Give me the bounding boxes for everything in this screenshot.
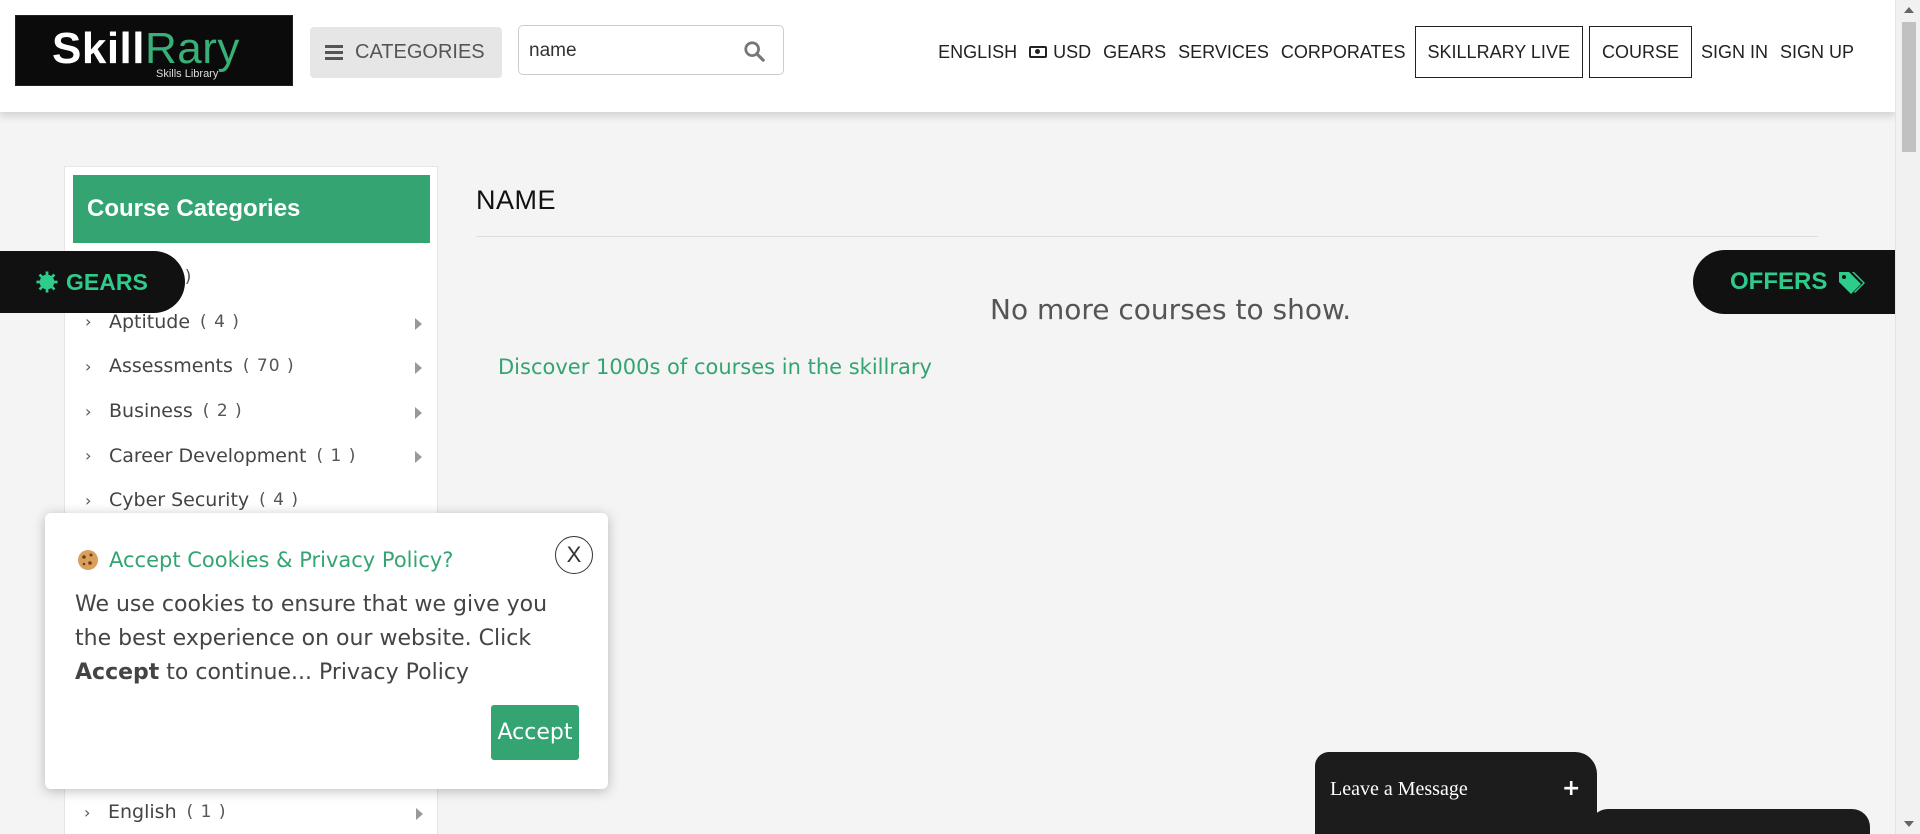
expand-arrow-icon[interactable] [415, 406, 422, 419]
cookie-text-start: We use cookies to ensure that we give yo… [75, 592, 548, 651]
nav-sign-up[interactable]: SIGN UP [1774, 42, 1860, 63]
nav-gears[interactable]: GEARS [1097, 42, 1172, 63]
logo-text-accent: Rary [145, 24, 240, 73]
logo-tagline: Skills Library [156, 68, 219, 80]
scroll-thumb[interactable] [1902, 22, 1916, 152]
top-nav: ENGLISH USD GEARS SERVICES CORPORATES SK… [932, 26, 1860, 78]
category-row[interactable]: › Career Development ( 1 ) [65, 433, 437, 478]
search-input[interactable] [529, 38, 729, 64]
chevron-right-icon: › [85, 356, 92, 376]
nav-currency[interactable]: USD [1023, 42, 1097, 63]
category-count: ( 4 ) [200, 311, 240, 332]
leave-message-label[interactable]: Leave a Message [1330, 778, 1468, 801]
accept-button[interactable]: Accept [491, 705, 579, 760]
site-header: SkillRary Skills Library CATEGORIES ENGL… [0, 0, 1895, 112]
category-count: ( 70 ) [242, 356, 295, 377]
chevron-right-icon: › [85, 490, 92, 510]
hamburger-icon [325, 42, 343, 63]
offers-label: OFFERS [1730, 268, 1828, 295]
category-row-english[interactable]: › English ( 1 ) [64, 790, 438, 834]
category-row[interactable]: › Assessments ( 70 ) [65, 344, 437, 389]
offers-floating-button[interactable]: OFFERS [1693, 250, 1895, 314]
money-icon [1029, 46, 1048, 58]
nav-corporates[interactable]: CORPORATES [1275, 42, 1412, 63]
nav-sign-in[interactable]: SIGN IN [1695, 42, 1774, 63]
expand-arrow-icon[interactable] [415, 451, 422, 464]
category-label: English [108, 801, 177, 824]
cookie-icon [78, 550, 98, 570]
discover-courses-link[interactable]: Discover 1000s of courses in the skillra… [498, 355, 932, 379]
close-button[interactable]: X [555, 536, 593, 574]
cookie-title: Accept Cookies & Privacy Policy? [109, 548, 454, 572]
category-row[interactable]: › Business ( 2 ) [65, 389, 437, 434]
category-count: ( 2 ) [202, 401, 243, 422]
empty-message: No more courses to show. [990, 293, 1352, 326]
expand-plus-icon[interactable]: + [1562, 776, 1580, 801]
category-count: ( 1 ) [316, 445, 357, 466]
category-label: Aptitude [109, 310, 191, 333]
cookie-text-accent: Accept [75, 660, 160, 685]
logo-text-main: Skill [52, 24, 145, 73]
category-label: Career Development [109, 444, 307, 467]
cookie-consent-dialog: X Accept Cookies & Privacy Policy? We us… [45, 513, 608, 789]
cookie-message: We use cookies to ensure that we give yo… [75, 588, 585, 690]
category-label: Cyber Security [109, 489, 250, 512]
categories-label: CATEGORIES [355, 41, 485, 63]
title-divider [476, 236, 1818, 237]
expand-arrow-icon[interactable] [416, 808, 423, 820]
nav-course[interactable]: COURSE [1588, 26, 1692, 78]
nav-skillrary-live[interactable]: SKILLRARY LIVE [1414, 26, 1583, 78]
category-count: ( 4 ) [259, 490, 300, 511]
nav-services[interactable]: SERVICES [1172, 42, 1275, 63]
scroll-up-arrow-icon[interactable] [1904, 7, 1914, 13]
gears-label: GEARS [66, 268, 148, 295]
sidebar-heading: Course Categories [73, 175, 430, 243]
category-label: Business [109, 400, 193, 423]
chat-widget-bar [1590, 809, 1870, 834]
search-box [518, 25, 784, 75]
chevron-right-icon: › [85, 401, 92, 421]
gear-icon [36, 271, 58, 293]
gears-floating-button[interactable]: GEARS [0, 251, 185, 313]
scroll-down-arrow-icon[interactable] [1904, 821, 1914, 827]
skillrary-logo[interactable]: SkillRary Skills Library [15, 15, 293, 86]
chevron-right-icon: › [84, 802, 91, 822]
categories-button[interactable]: CATEGORIES [310, 27, 502, 78]
expand-arrow-icon[interactable] [415, 362, 422, 375]
chevron-right-icon: › [85, 446, 92, 466]
tags-icon [1839, 272, 1866, 294]
category-label: Assessments [109, 355, 233, 378]
expand-arrow-icon[interactable] [415, 317, 422, 330]
page-title: NAME [476, 185, 557, 215]
chevron-right-icon: › [85, 312, 92, 332]
category-count: ( 1 ) [186, 802, 227, 823]
nav-currency-label: USD [1053, 41, 1092, 62]
cookie-text-end: to continue... Privacy Policy [159, 660, 469, 685]
nav-language[interactable]: ENGLISH [932, 42, 1023, 63]
search-icon[interactable] [743, 40, 765, 62]
page-scrollbar[interactable] [1895, 0, 1920, 834]
